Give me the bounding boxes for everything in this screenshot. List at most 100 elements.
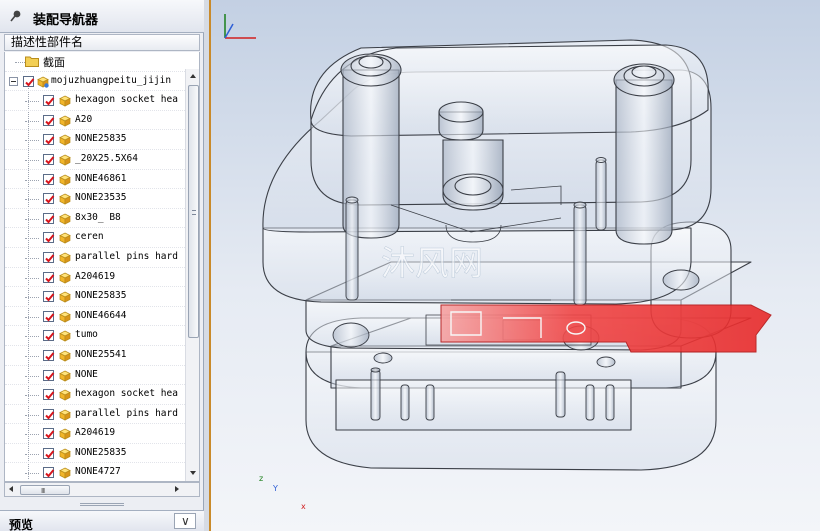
tree-node-label: NONE25835: [75, 133, 127, 145]
visibility-checkbox[interactable]: [43, 447, 55, 459]
tree-node-label: hexagon socket hea: [75, 388, 178, 400]
component-cube-icon: [59, 468, 71, 480]
scroll-down-arrow-icon[interactable]: [190, 471, 196, 475]
horizontal-scroll-thumb[interactable]: III: [20, 485, 70, 495]
tree-node-section[interactable]: 截面: [5, 52, 185, 72]
component-cube-icon: [59, 252, 71, 264]
scroll-up-arrow-icon[interactable]: [190, 74, 196, 78]
visibility-checkbox[interactable]: [43, 251, 55, 263]
tree-node-component[interactable]: NONE: [5, 366, 185, 386]
visibility-checkbox[interactable]: [43, 349, 55, 361]
tree-node-component[interactable]: hexagon socket hea: [5, 91, 185, 111]
navigator-header: 装配导航器: [0, 0, 204, 33]
component-cube-icon: [59, 115, 71, 127]
tree-node-component[interactable]: 8x30_ B8: [5, 209, 185, 229]
tree-node-label: 8x30_ B8: [75, 211, 121, 223]
tree-node-label: NONE46861: [75, 172, 127, 184]
tree-node-component[interactable]: NONE25541: [5, 346, 185, 366]
vertical-scroll-thumb[interactable]: [188, 85, 199, 338]
tree-node-component[interactable]: parallel pins hard: [5, 248, 185, 268]
visibility-checkbox[interactable]: [43, 369, 55, 381]
tree-node-label: NONE: [75, 368, 98, 380]
tree-node-component[interactable]: A204619: [5, 424, 185, 444]
visibility-checkbox[interactable]: [43, 291, 55, 303]
visibility-checkbox[interactable]: [43, 310, 55, 322]
component-cube-icon: [59, 213, 71, 225]
visibility-checkbox[interactable]: [43, 153, 55, 165]
scroll-right-arrow-icon[interactable]: [175, 486, 179, 492]
tree-node-component[interactable]: A204619: [5, 268, 185, 288]
visibility-checkbox[interactable]: [43, 330, 55, 342]
component-cube-icon: [59, 272, 71, 284]
scroll-left-arrow-icon[interactable]: [9, 486, 13, 492]
component-cube-icon: [59, 95, 71, 107]
component-cube-icon: [59, 330, 71, 342]
tree-node-label: NONE46644: [75, 309, 127, 321]
visibility-checkbox[interactable]: [43, 134, 55, 146]
visibility-checkbox[interactable]: [43, 408, 55, 420]
tree-node-label: 截面: [43, 56, 65, 69]
component-cube-icon: [59, 311, 71, 323]
tree-node-component[interactable]: NONE25835: [5, 130, 185, 150]
tree-node-component[interactable]: NONE25835: [5, 287, 185, 307]
component-cube-icon: [59, 193, 71, 205]
component-cube-icon: [59, 134, 71, 146]
visibility-checkbox[interactable]: [43, 428, 55, 440]
preview-section-header[interactable]: 预览 ∨: [0, 510, 204, 531]
tree-node-component[interactable]: tumo: [5, 326, 185, 346]
visibility-checkbox[interactable]: [43, 271, 55, 283]
axis-label-x: x: [301, 502, 306, 511]
component-cube-icon: [59, 350, 71, 362]
tree-node-label: A204619: [75, 270, 116, 282]
visibility-checkbox[interactable]: [43, 193, 55, 205]
tree-node-label: NONE23535: [75, 192, 127, 204]
tree-node-component[interactable]: A20: [5, 111, 185, 131]
visibility-checkbox[interactable]: [43, 232, 55, 244]
tree-node-component[interactable]: _20X25.5X64: [5, 150, 185, 170]
horizontal-scrollbar[interactable]: III: [4, 482, 200, 497]
view-triad-icon: [224, 14, 256, 39]
component-cube-icon: [59, 389, 71, 401]
tree-node-component[interactable]: NONE4727: [5, 463, 185, 481]
tree-node-label: tumo: [75, 329, 98, 341]
tree-node-component[interactable]: NONE23535: [5, 189, 185, 209]
visibility-checkbox[interactable]: [23, 75, 35, 87]
mold-assembly-model: 沐风网: [262, 39, 772, 471]
preview-title: 预览: [9, 518, 34, 531]
panel-splitter[interactable]: [80, 503, 124, 506]
vertical-scrollbar[interactable]: [185, 69, 199, 481]
tree-node-label: ceren: [75, 231, 104, 243]
component-cube-icon: [59, 409, 71, 421]
tree-node-label: parallel pins hard: [75, 407, 178, 419]
graphics-viewport[interactable]: 沐风网 z Y x: [209, 0, 820, 531]
pin-icon[interactable]: [9, 9, 23, 23]
tree-node-label: NONE25541: [75, 348, 127, 360]
column-header-part-name[interactable]: 描述性部件名: [4, 34, 200, 51]
tree-node-component[interactable]: hexagon socket hea: [5, 385, 185, 405]
tree-node-component[interactable]: NONE25835: [5, 444, 185, 464]
component-cube-icon: [59, 174, 71, 186]
tree-node-component[interactable]: parallel pins hard: [5, 405, 185, 425]
chevron-down-icon: ∨: [181, 514, 190, 528]
visibility-checkbox[interactable]: [43, 212, 55, 224]
assembly-tree: 截面 mojuzhuangpeitu_jijin hexagon socket …: [4, 52, 200, 482]
tree-node-label: parallel pins hard: [75, 250, 178, 262]
expand-preview-button[interactable]: ∨: [174, 513, 196, 529]
visibility-checkbox[interactable]: [43, 467, 55, 479]
tree-node-label: NONE25835: [75, 290, 127, 302]
assembly-icon: [37, 76, 49, 88]
visibility-checkbox[interactable]: [43, 114, 55, 126]
component-cube-icon: [59, 428, 71, 440]
collapse-toggle-icon[interactable]: [9, 76, 18, 86]
component-cube-icon: [59, 154, 71, 166]
component-cube-icon: [59, 370, 71, 382]
tree-node-component[interactable]: NONE46861: [5, 170, 185, 190]
visibility-checkbox[interactable]: [43, 173, 55, 185]
tree-node-component[interactable]: NONE46644: [5, 307, 185, 327]
tree-node-root[interactable]: mojuzhuangpeitu_jijin: [5, 72, 185, 92]
visibility-checkbox[interactable]: [43, 389, 55, 401]
watermark-text: 沐风网: [381, 244, 483, 284]
tree-node-component[interactable]: ceren: [5, 228, 185, 248]
visibility-checkbox[interactable]: [43, 95, 55, 107]
component-cube-icon: [59, 291, 71, 303]
